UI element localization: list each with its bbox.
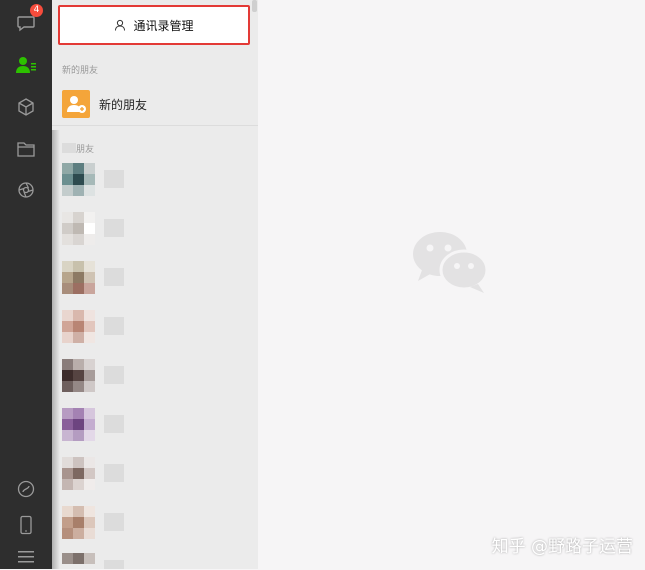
new-friends-section-label: 新的朋友 bbox=[62, 66, 99, 76]
contact-item[interactable] bbox=[52, 354, 258, 398]
contact-name-blurred bbox=[104, 560, 124, 569]
contact-item[interactable] bbox=[52, 256, 258, 300]
contact-name-blurred bbox=[104, 464, 124, 482]
chat-nav-button[interactable]: 4 bbox=[13, 4, 43, 36]
contacts-nav-button[interactable] bbox=[13, 52, 39, 78]
contacts-scrollbar[interactable] bbox=[252, 0, 257, 12]
menu-icon bbox=[18, 551, 34, 563]
contact-name-blurred bbox=[104, 170, 124, 188]
contact-name-blurred bbox=[104, 513, 124, 531]
settings-icon bbox=[18, 182, 34, 198]
mini-program-nav-button[interactable] bbox=[13, 476, 39, 502]
contact-item[interactable] bbox=[52, 158, 258, 202]
contact-item[interactable] bbox=[52, 452, 258, 496]
contact-name-blurred bbox=[104, 317, 124, 335]
add-friend-icon bbox=[67, 96, 86, 113]
friends-section-label: 朋友 bbox=[76, 145, 95, 155]
cube-icon bbox=[18, 98, 34, 116]
contacts-manage-button[interactable]: 通讯录管理 bbox=[58, 5, 250, 45]
contact-item[interactable] bbox=[52, 207, 258, 251]
contacts-manage-icon bbox=[115, 19, 126, 31]
new-friends-item[interactable]: 新的朋友 bbox=[52, 83, 258, 126]
contact-avatar bbox=[62, 408, 96, 442]
contact-name-blurred bbox=[104, 415, 124, 433]
blurred-section-prefix bbox=[62, 143, 76, 153]
unread-badge: 4 bbox=[30, 4, 43, 17]
contact-avatar bbox=[62, 212, 96, 246]
contact-item[interactable] bbox=[52, 403, 258, 447]
contact-item[interactable] bbox=[52, 501, 258, 545]
mini-program-icon bbox=[17, 480, 35, 498]
folder-icon bbox=[17, 142, 35, 157]
contact-name-blurred bbox=[104, 366, 124, 384]
contact-avatar bbox=[62, 457, 96, 491]
contact-avatar bbox=[62, 359, 96, 393]
main-content-area bbox=[258, 0, 645, 569]
contact-name-blurred bbox=[104, 219, 124, 237]
contact-name-blurred bbox=[104, 268, 124, 286]
contacts-icon bbox=[16, 57, 36, 73]
contacts-panel: 通讯录管理 新的朋友 新的朋友 朋友 bbox=[52, 0, 258, 569]
watermark-text: 知乎 @野路子运营 bbox=[491, 537, 633, 557]
phone-nav-button[interactable] bbox=[13, 512, 39, 538]
contact-avatar bbox=[62, 553, 96, 569]
contact-avatar bbox=[62, 261, 96, 295]
contact-avatar bbox=[62, 310, 96, 344]
contacts-manage-label: 通讯录管理 bbox=[133, 18, 194, 33]
wechat-logo-icon bbox=[408, 226, 498, 298]
contact-avatar bbox=[62, 163, 96, 197]
moments-nav-button[interactable] bbox=[13, 177, 39, 203]
favorites-nav-button[interactable] bbox=[13, 94, 39, 120]
menu-nav-button[interactable] bbox=[13, 544, 39, 570]
panel-shadow bbox=[52, 130, 60, 569]
new-friend-avatar bbox=[62, 90, 90, 118]
files-nav-button[interactable] bbox=[13, 136, 39, 162]
contact-item[interactable] bbox=[52, 548, 258, 569]
contact-avatar bbox=[62, 506, 96, 540]
new-friends-item-label: 新的朋友 bbox=[99, 97, 148, 112]
sidebar-nav: 4 bbox=[0, 0, 52, 569]
contact-item[interactable] bbox=[52, 305, 258, 349]
phone-icon bbox=[20, 515, 32, 535]
